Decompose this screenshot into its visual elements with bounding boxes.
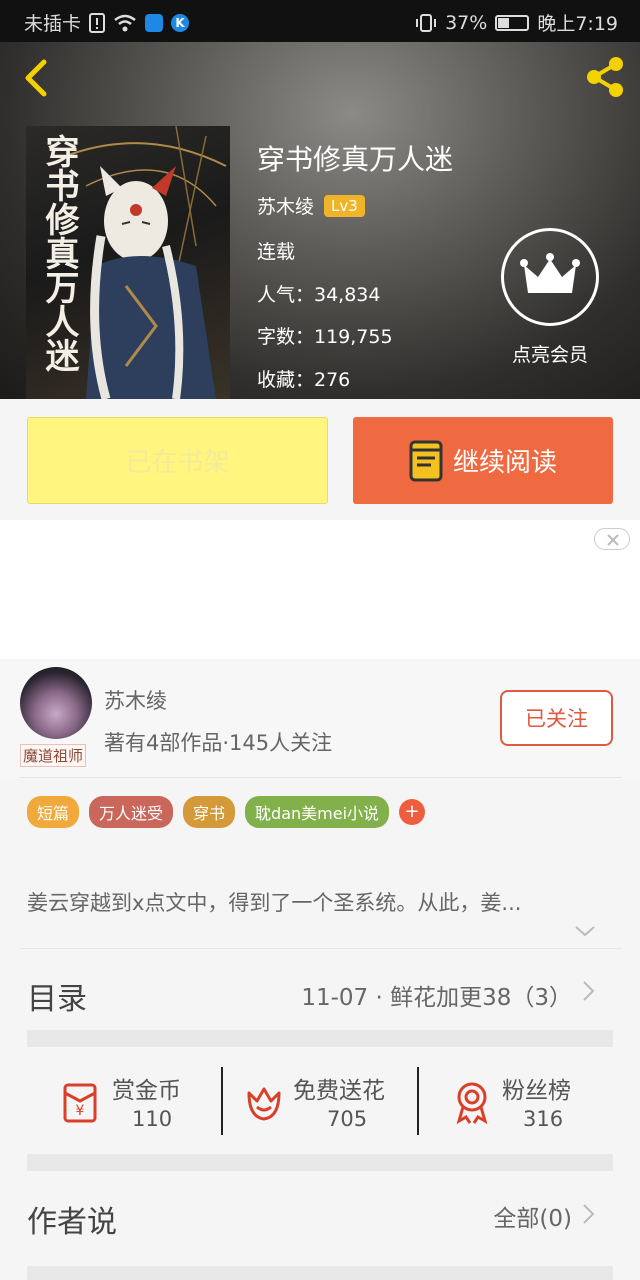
avatar-tag: 魔道祖师 [20,744,87,767]
catalog-row[interactable]: 目录 11-07 · 鲜花加更38（3） [0,950,640,1030]
popularity: 人气：34,834 [257,284,381,306]
book-summary[interactable]: 姜云穿越到x点文中，得到了一个圣系统。从此，姜... [27,887,613,917]
medal-icon [456,1082,488,1125]
k-app-icon: K [171,13,190,32]
close-icon [607,534,619,546]
on-shelf-label: 已在书架 [125,448,230,478]
section-separator [27,1030,613,1047]
flower-icon [247,1087,281,1121]
back-button[interactable] [18,56,58,100]
favorites-count: 收藏：276 [257,369,351,391]
action-bar: 已在书架 继续阅读 [0,399,640,520]
vip-circle [501,228,599,326]
vip-label: 点亮会员 [511,344,588,366]
clock: 晚上7:19 [537,13,618,35]
battery-fill [498,17,510,28]
book-header: 穿书修真万人迷 穿书修真万人迷 苏木绫 Lv3 连载 人气：34,834 字数：… [0,42,640,399]
author-card-name[interactable]: 苏木绫 [104,685,167,715]
ad-banner[interactable] [0,520,640,659]
follow-button[interactable]: 已关注 [500,690,613,746]
battery-percent: 37% [445,11,488,34]
serial-status: 连载 [257,241,296,263]
divider [20,948,622,949]
author-card: 魔道祖师 苏木绫 著有4部作品·145人关注 已关注 [0,659,640,779]
fan-ranking-label: 粉丝榜 [502,1078,571,1104]
book-title: 穿书修真万人迷 [257,143,454,176]
tag-list: 短篇 万人迷受 穿书 耽dan美mei小说 + [27,796,426,828]
chevron-down-icon [575,926,595,937]
free-flower-label: 免费送花 [293,1078,385,1104]
author-says-row[interactable]: 作者说 全部(0) [0,1171,640,1256]
latest-chapter: 11-07 · 鲜花加更38（3） [301,985,572,1011]
vibrate-icon [416,13,437,32]
tag-chip[interactable]: 短篇 [27,796,80,828]
chevron-right-icon [583,981,595,1001]
share-icon [587,57,623,97]
level-badge: Lv3 [324,194,365,217]
author-name[interactable]: 苏木绫 [257,192,314,219]
add-tag-button[interactable]: + [399,799,426,825]
carrier-text: 未插卡 [24,13,82,35]
crown-icon [520,253,580,293]
chevron-right-icon [583,1204,595,1224]
author-card-info: 著有4部作品·145人关注 [104,731,333,755]
fan-ranking-value: 316 [523,1107,564,1131]
status-right: 37% 晚上7:19 [415,9,618,36]
fan-ranking-button[interactable]: 粉丝榜 316 [419,1047,613,1154]
avatar[interactable] [20,667,92,739]
wifi-icon [114,14,136,31]
svg-text:¥: ¥ [76,1103,85,1119]
tag-chip[interactable]: 穿书 [183,796,236,828]
author-says-title: 作者说 [27,1205,117,1240]
share-button[interactable] [580,52,630,102]
chevron-left-icon [25,59,47,97]
cover-title: 穿书修真万人迷 [39,134,79,372]
battery-icon [495,14,530,31]
sim-alert-icon [89,12,106,33]
author-says-all: 全部(0) [493,1206,572,1232]
reward-coins-button[interactable]: ¥ 赏金币 110 [27,1047,222,1154]
expand-summary-button[interactable] [574,923,596,937]
ad-close-button[interactable] [594,528,630,550]
tag-chip[interactable]: 耽dan美mei小说 [245,796,390,828]
reward-bar: ¥ 赏金币 110 免费送花 705 粉丝榜 316 [27,1047,613,1154]
red-envelope-icon: ¥ [63,1083,97,1123]
reward-coins-value: 110 [132,1107,173,1131]
section-separator [27,1266,613,1280]
continue-reading-label: 继续阅读 [452,448,557,478]
on-shelf-button[interactable]: 已在书架 [27,417,328,504]
follow-label: 已关注 [525,707,588,731]
author-row: 苏木绫 Lv3 [257,192,365,219]
book-icon [409,440,443,481]
divider [20,777,622,778]
shield-app-icon [145,13,164,32]
reward-coins-label: 赏金币 [112,1078,181,1104]
tag-chip[interactable]: 万人迷受 [89,796,174,828]
section-separator [27,1154,613,1171]
status-left: 未插卡 K [24,9,190,36]
status-bar: 未插卡 K 37% 晚上7:19 [0,0,640,42]
book-cover[interactable]: 穿书修真万人迷 [26,126,230,399]
free-flower-value: 705 [327,1107,368,1131]
continue-reading-button[interactable]: 继续阅读 [353,417,613,504]
free-flower-button[interactable]: 免费送花 705 [223,1047,418,1154]
word-count: 字数：119,755 [257,326,393,348]
catalog-title: 目录 [27,982,87,1017]
vip-button[interactable]: 点亮会员 [500,228,600,367]
